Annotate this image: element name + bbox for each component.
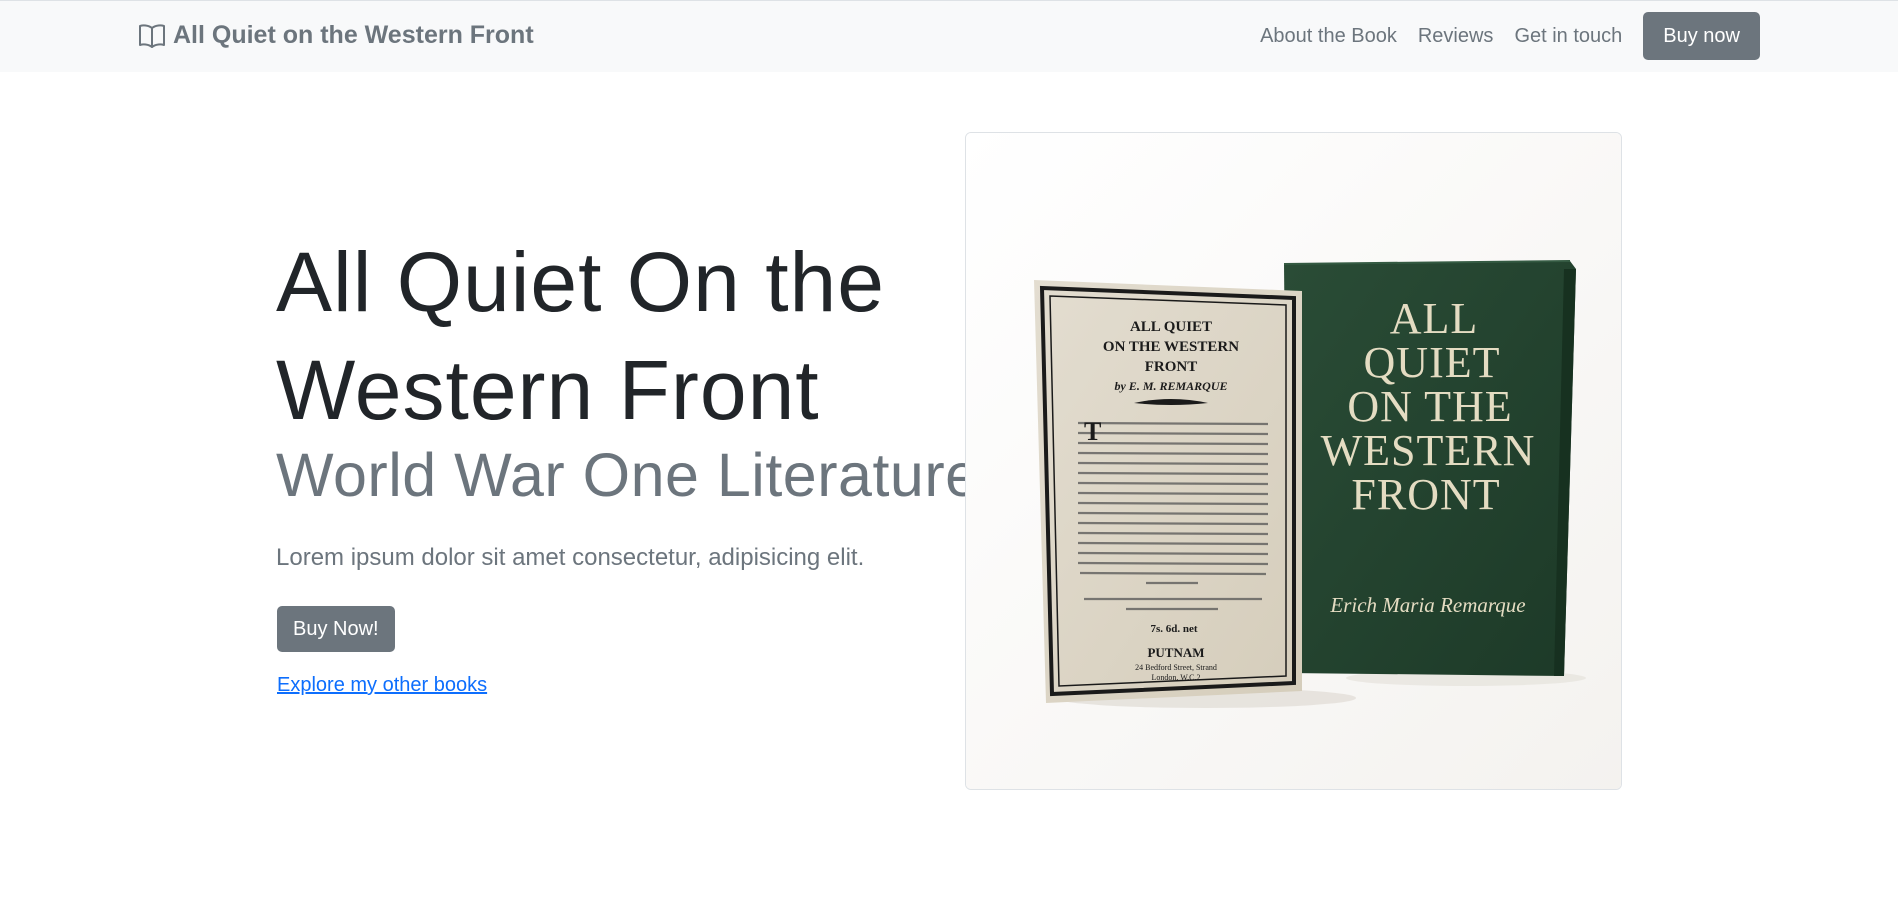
cover-author: Erich Maria Remarque <box>1329 593 1525 617</box>
insert-byline: by E. M. REMARQUE <box>1114 379 1227 393</box>
explore-books-link[interactable]: Explore my other books <box>277 674 487 697</box>
hero-lead: Lorem ipsum dolor sit amet consectetur, … <box>276 544 865 571</box>
cover-title-line-2: QUIET <box>1364 338 1501 387</box>
book-photo: ALL QUIET ON THE WESTERN FRONT Erich Mar… <box>966 133 1621 789</box>
nav-link-contact[interactable]: Get in touch <box>1514 25 1622 48</box>
navbar: All Quiet on the Western Front About the… <box>0 0 1898 72</box>
hero-title: All Quiet On the Western Front <box>276 235 885 437</box>
nav-link-reviews[interactable]: Reviews <box>1418 25 1494 48</box>
book-image-card: ALL QUIET ON THE WESTERN FRONT Erich Mar… <box>965 132 1622 790</box>
insert-publisher: PUTNAM <box>1147 645 1204 660</box>
svg-text:T: T <box>1084 417 1101 446</box>
book-open-icon <box>138 23 166 49</box>
cover-title-line-1: ALL <box>1390 294 1479 343</box>
insert-address-line-1: 24 Bedford Street, Strand <box>1135 663 1217 672</box>
buy-now-hero-button[interactable]: Buy Now! <box>277 606 395 652</box>
cover-title-line-3: ON THE <box>1347 382 1512 431</box>
brand-title: All Quiet on the Western Front <box>173 21 534 49</box>
insert-title-line-1: ALL QUIET <box>1130 319 1212 335</box>
brand-link[interactable]: All Quiet on the Western Front <box>138 21 534 50</box>
insert-title-line-3: FRONT <box>1145 359 1198 375</box>
insert-address-line-2: London, W.C.2 <box>1152 673 1201 682</box>
nav-links: About the Book Reviews Get in touch Buy … <box>1260 12 1760 60</box>
nav-link-about[interactable]: About the Book <box>1260 25 1397 48</box>
cover-title-line-4: WESTERN <box>1321 426 1536 475</box>
cover-title-line-5: FRONT <box>1351 470 1500 519</box>
hero-subtitle: World War One Literature <box>276 441 980 509</box>
insert-title-line-2: ON THE WESTERN <box>1103 339 1239 355</box>
buy-now-nav-button[interactable]: Buy now <box>1643 12 1760 60</box>
green-book-cover: ALL QUIET ON THE WESTERN FRONT Erich Mar… <box>1283 260 1576 676</box>
insert-price: 7s. 6d. net <box>1150 623 1197 635</box>
book-insert: ALL QUIET ON THE WESTERN FRONT by E. M. … <box>1034 280 1302 703</box>
